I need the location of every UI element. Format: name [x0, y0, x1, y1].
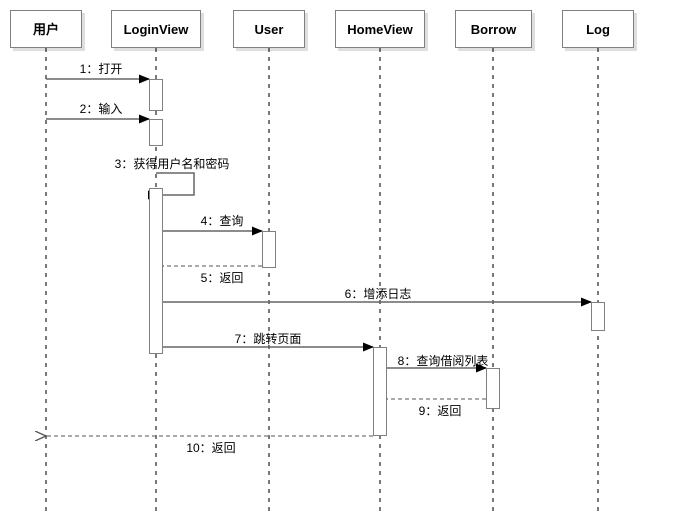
message-label-10: 10：返回 [186, 441, 236, 455]
diagram-vector-layer [0, 48, 599, 512]
participant-label: Log [586, 21, 610, 37]
activation-bar-homeview[interactable] [373, 347, 387, 436]
sequence-diagram-canvas: 用户 LoginView User HomeView Borrow Log 1：打开 2：输… [0, 0, 673, 522]
participant-label: LoginView [123, 21, 189, 37]
participant-box-homeview[interactable]: HomeView [335, 10, 425, 48]
message-label-8: 8：查询借阅列表 [397, 354, 489, 368]
participant-box-borrow[interactable]: Borrow [455, 10, 532, 48]
messages-group [46, 74, 592, 436]
lifelines-group [45, 48, 599, 512]
message-label-3: 3：获得用户名和密码 [114, 157, 230, 171]
participant-label: 用户 [32, 21, 59, 37]
activation-bar-borrow[interactable] [486, 368, 500, 409]
participant-label: HomeView [347, 21, 413, 37]
message-label-6: 6：增添日志 [344, 287, 412, 301]
activation-bar-loginview[interactable] [149, 119, 163, 146]
participant-box-log[interactable]: Log [562, 10, 634, 48]
message-label-2: 2：输入 [79, 102, 123, 116]
participant-box-user-class[interactable]: User [233, 10, 305, 48]
message-label-4: 4：查询 [200, 214, 244, 228]
participant-label: User [254, 21, 284, 37]
message-label-9: 9：返回 [418, 404, 462, 418]
message-label-7: 7：跳转页面 [234, 332, 302, 346]
message-label-1: 1：打开 [79, 62, 123, 76]
message-label-5: 5：返回 [200, 271, 244, 285]
activation-bar-loginview[interactable] [149, 188, 163, 354]
participant-box-user-actor[interactable]: 用户 [10, 10, 82, 48]
activation-bar-loginview[interactable] [149, 79, 163, 111]
participant-label: Borrow [470, 21, 517, 37]
activation-bar-user-class[interactable] [262, 231, 276, 268]
participant-box-loginview[interactable]: LoginView [111, 10, 201, 48]
activation-bar-log[interactable] [591, 302, 605, 331]
